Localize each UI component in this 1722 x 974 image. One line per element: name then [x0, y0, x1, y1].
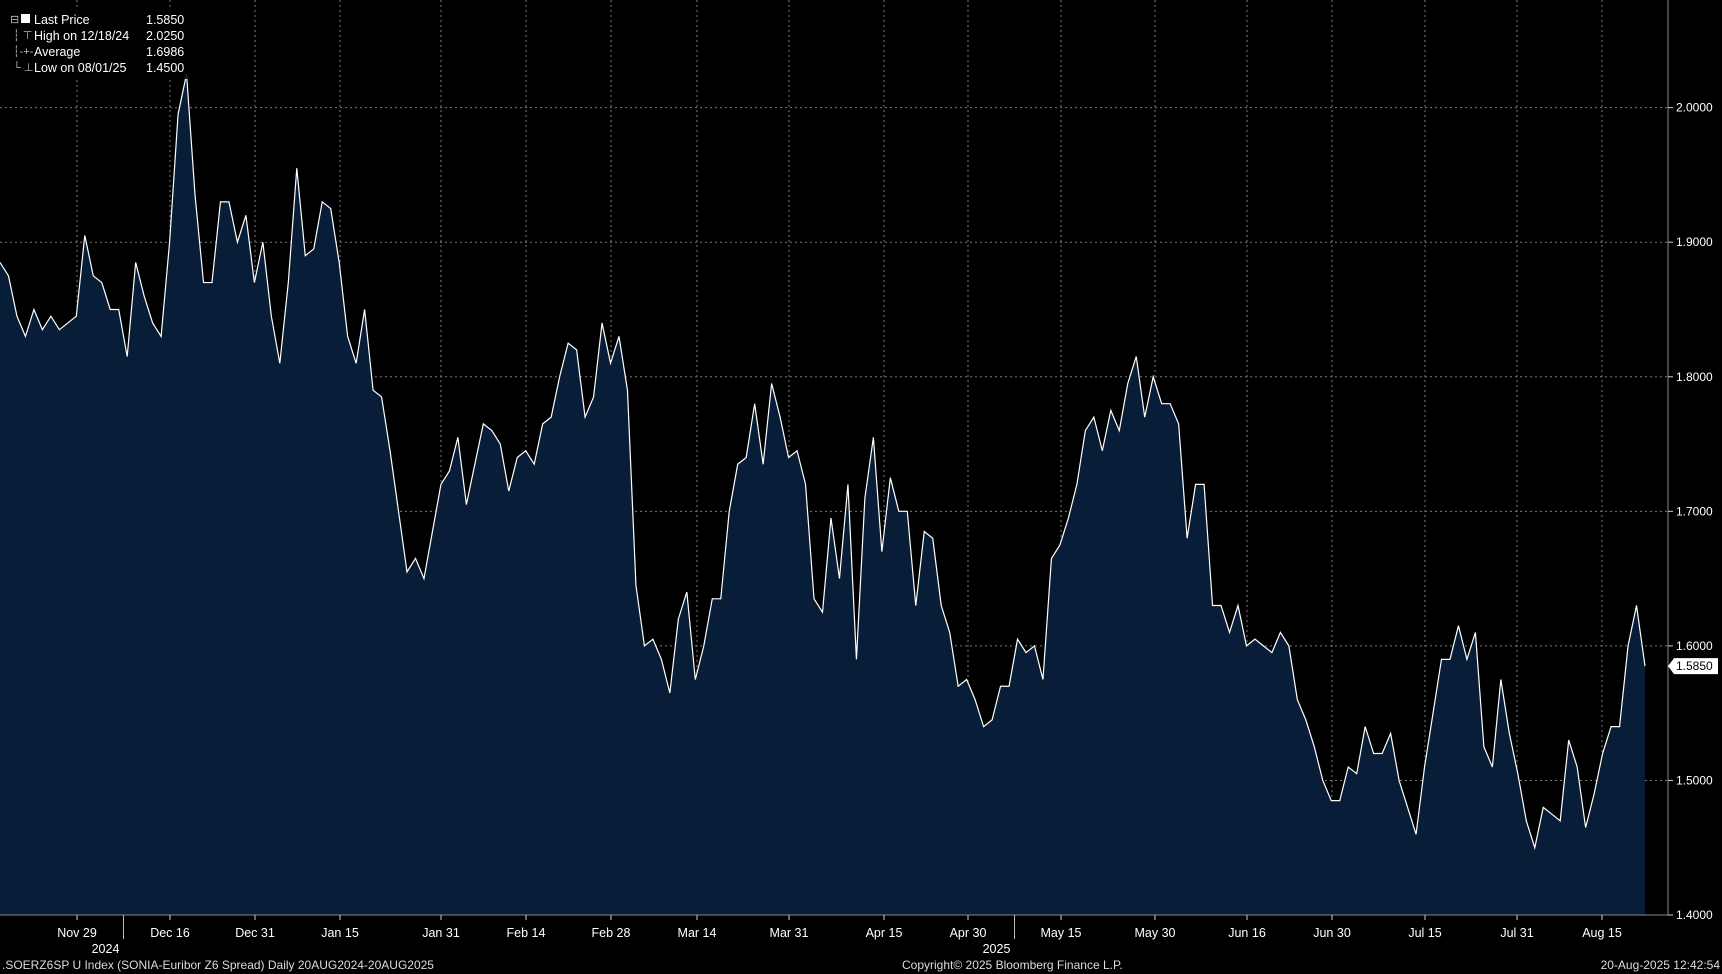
footer-timestamp: 20-Aug-2025 12:42:54: [1600, 958, 1720, 972]
legend-label: Average: [34, 45, 81, 59]
legend-value: 2.0250: [146, 29, 185, 43]
y-tick-label: 1.8000: [1676, 370, 1713, 384]
x-tick-label: Jul 31: [1500, 926, 1533, 940]
x-tick-label: Jun 16: [1228, 926, 1266, 940]
x-tick-label: Apr 30: [950, 926, 987, 940]
last-price-label: 1.5850: [1668, 658, 1718, 675]
y-tick-label: 1.5000: [1676, 773, 1713, 787]
low-marker-icon: └ ⊥: [10, 62, 34, 74]
square-marker-icon: [21, 14, 31, 23]
x-tick-label: Dec 31: [235, 926, 275, 940]
footer-ticker: .SOERZ6SP U Index (SONIA-Euribor Z6 Spre…: [2, 958, 434, 972]
x-tick-label: Nov 29: [57, 926, 97, 940]
legend: ⊟ Last Price 1.5850 ┆ ⊤ High on 12/18/24…: [6, 10, 189, 79]
x-tick-label: May 15: [1041, 926, 1082, 940]
y-tick-label: 1.4000: [1676, 908, 1713, 922]
x-tick-label: Jan 15: [321, 926, 359, 940]
year-label: 2025: [983, 942, 1011, 956]
x-tick-label: Aug 15: [1582, 926, 1622, 940]
legend-item-high: ┆ ⊤ High on 12/18/24 2.0250: [10, 28, 184, 44]
y-tick-label: 2.0000: [1676, 101, 1713, 115]
x-tick-label: Feb 14: [507, 926, 546, 940]
legend-item-last-price: ⊟ Last Price 1.5850: [10, 12, 184, 28]
footer-copyright: Copyright© 2025 Bloomberg Finance L.P.: [902, 958, 1123, 972]
average-marker-icon: ┆-+-: [10, 46, 34, 58]
x-tick-label: Jun 30: [1313, 926, 1351, 940]
legend-label: Last Price: [34, 13, 90, 27]
year-label: 2024: [92, 942, 120, 956]
x-tick-label: Feb 28: [592, 926, 631, 940]
legend-value: 1.6986: [146, 45, 185, 59]
y-tick-label: 1.6000: [1676, 639, 1713, 653]
y-tick-label: 1.7000: [1676, 504, 1713, 518]
footer-bar: .SOERZ6SP U Index (SONIA-Euribor Z6 Spre…: [0, 957, 1722, 974]
x-tick-label: Jan 31: [422, 926, 460, 940]
x-tick-label: Mar 14: [678, 926, 717, 940]
legend-value: 1.4500: [146, 61, 185, 75]
legend-label: Low on 08/01/25: [34, 61, 127, 75]
x-tick-label: Dec 16: [150, 926, 190, 940]
y-tick-label: 1.9000: [1676, 235, 1713, 249]
legend-item-average: ┆-+- Average 1.6986: [10, 44, 184, 60]
high-marker-icon: ┆ ⊤: [10, 30, 33, 42]
x-tick-label: Apr 15: [866, 926, 903, 940]
legend-item-low: └ ⊥ Low on 08/01/25 1.4500: [10, 60, 184, 76]
legend-value: 1.5850: [146, 13, 185, 27]
x-tick-label: Mar 31: [770, 926, 809, 940]
legend-label: High on 12/18/24: [34, 29, 130, 43]
x-tick-label: Jul 15: [1408, 926, 1441, 940]
collapse-icon[interactable]: ⊟: [10, 12, 34, 28]
last-price-value: 1.5850: [1676, 659, 1713, 673]
price-chart: 1.4000 1.5000 1.6000 1.7000 1.8000 1.9000 2.00…: [0, 0, 1722, 974]
x-tick-label: May 30: [1135, 926, 1176, 940]
